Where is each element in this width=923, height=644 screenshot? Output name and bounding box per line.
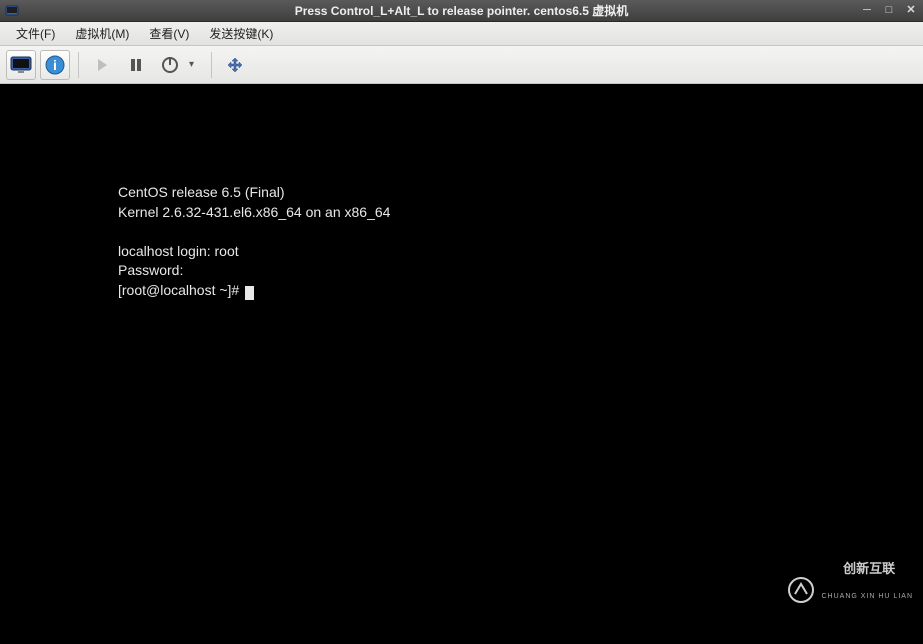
terminal-line: localhost login: root: [118, 243, 239, 259]
window-controls: ─ □ ✕: [859, 2, 919, 18]
monitor-icon: [10, 56, 32, 74]
pause-icon: [129, 58, 143, 72]
window-title: Press Control_L+Alt_L to release pointer…: [295, 2, 629, 19]
chevron-down-icon: ▾: [189, 59, 194, 70]
menubar: 文件(F) 虚拟机(M) 查看(V) 发送按键(K): [0, 22, 923, 46]
app-icon: [4, 3, 20, 19]
minimize-button[interactable]: ─: [859, 2, 875, 18]
svg-text:i: i: [53, 57, 57, 73]
console-button[interactable]: [6, 50, 36, 80]
watermark-text: 创新互联 CHUANG XIN HU LIAN: [821, 545, 913, 635]
terminal-line: CentOS release 6.5 (Final): [118, 184, 285, 200]
menu-file[interactable]: 文件(F): [6, 22, 65, 45]
menu-send-key[interactable]: 发送按键(K): [199, 22, 283, 45]
info-button[interactable]: i: [40, 50, 70, 80]
menu-virtual-machine[interactable]: 虚拟机(M): [65, 22, 139, 45]
toolbar: i ▾: [0, 46, 923, 84]
power-icon: [161, 56, 179, 74]
watermark: 创新互联 CHUANG XIN HU LIAN: [787, 543, 913, 636]
toolbar-separator: [211, 52, 212, 78]
terminal-prompt: [root@localhost ~]#: [118, 282, 243, 298]
play-icon: [95, 58, 109, 72]
window-titlebar: Press Control_L+Alt_L to release pointer…: [0, 0, 923, 22]
maximize-button[interactable]: □: [881, 2, 897, 18]
info-icon: i: [45, 55, 65, 75]
watermark-main: 创新互联: [843, 561, 895, 576]
menu-view[interactable]: 查看(V): [139, 22, 199, 45]
toolbar-separator: [78, 52, 79, 78]
power-dropdown[interactable]: ▾: [189, 59, 203, 70]
fullscreen-button[interactable]: [220, 50, 250, 80]
close-button[interactable]: ✕: [903, 2, 919, 18]
terminal-line: Kernel 2.6.32-431.el6.x86_64 on an x86_6…: [118, 204, 390, 220]
watermark-sub: CHUANG XIN HU LIAN: [821, 593, 913, 602]
power-button[interactable]: [155, 50, 185, 80]
watermark-logo-icon: [787, 543, 815, 636]
cursor: [245, 286, 254, 300]
fullscreen-icon: [226, 56, 244, 74]
pause-button[interactable]: [121, 50, 151, 80]
play-button[interactable]: [87, 50, 117, 80]
terminal-line: Password:: [118, 262, 183, 278]
guest-console[interactable]: CentOS release 6.5 (Final) Kernel 2.6.32…: [0, 84, 923, 644]
